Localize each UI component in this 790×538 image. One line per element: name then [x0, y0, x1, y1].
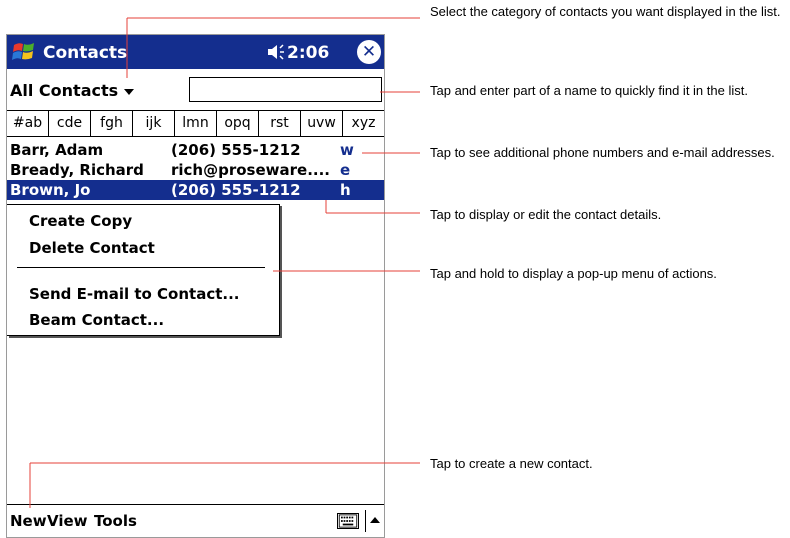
callout-category: Select the category of contacts you want…: [430, 4, 781, 19]
view-menu[interactable]: View: [47, 512, 88, 530]
contact-type-indicator[interactable]: h: [340, 180, 351, 200]
contact-detail: rich@proseware....: [171, 161, 330, 179]
tab-xyz[interactable]: xyz: [343, 111, 384, 136]
contact-name: Barr, Adam: [10, 141, 104, 159]
category-label: All Contacts: [10, 81, 119, 100]
alphabet-tabs: #ab cde fgh ijk lmn opq rst uvw xyz: [7, 110, 384, 137]
tab-cde[interactable]: cde: [49, 111, 91, 136]
contact-type-indicator[interactable]: w: [340, 140, 354, 160]
contact-list: Barr, Adam (206) 555-1212 w Bready, Rich…: [7, 140, 384, 200]
send-email-menu-item[interactable]: Send E-mail to Contact...: [29, 285, 239, 303]
contact-detail: (206) 555-1212: [171, 181, 301, 199]
beam-contact-menu-item[interactable]: Beam Contact...: [29, 311, 164, 329]
windows-logo-icon[interactable]: [11, 39, 37, 65]
tab-uvw[interactable]: uvw: [301, 111, 343, 136]
title-bar: Contacts 2:06 ✕: [7, 35, 384, 69]
create-copy-menu-item[interactable]: Create Copy: [29, 212, 132, 230]
tab-rst[interactable]: rst: [259, 111, 301, 136]
context-menu: Create Copy Delete Contact Send E-mail t…: [7, 204, 280, 336]
tab-fgh[interactable]: fgh: [91, 111, 133, 136]
tab-lmn[interactable]: lmn: [175, 111, 217, 136]
search-input[interactable]: [189, 77, 382, 102]
category-dropdown[interactable]: All Contacts: [10, 81, 135, 100]
delete-contact-menu-item[interactable]: Delete Contact: [29, 239, 155, 257]
close-icon[interactable]: ✕: [357, 40, 381, 64]
keyboard-icon[interactable]: [337, 513, 359, 529]
menu-separator: [17, 267, 265, 268]
tools-menu[interactable]: Tools: [94, 512, 137, 530]
input-panel-divider: [365, 510, 366, 532]
category-bar: All Contacts: [7, 71, 384, 105]
contact-name: Brown, Jo: [10, 181, 91, 199]
callout-search: Tap and enter part of a name to quickly …: [430, 83, 748, 98]
pocketpc-screen: Contacts 2:06 ✕ All Contacts #ab cde fgh…: [6, 34, 385, 538]
contact-row[interactable]: Barr, Adam (206) 555-1212 w: [7, 140, 384, 160]
menu-bar: New View Tools: [7, 504, 384, 537]
contact-row-selected[interactable]: Brown, Jo (206) 555-1212 h: [7, 180, 384, 200]
tab-opq[interactable]: opq: [217, 111, 259, 136]
contact-row[interactable]: Bready, Richard rich@proseware.... e: [7, 160, 384, 180]
contact-name: Bready, Richard: [10, 161, 144, 179]
tab-ab[interactable]: #ab: [7, 111, 49, 136]
clock[interactable]: 2:06: [287, 43, 329, 63]
app-title: Contacts: [43, 43, 128, 63]
tab-ijk[interactable]: ijk: [133, 111, 175, 136]
arrow-up-icon[interactable]: [370, 517, 380, 523]
callout-type: Tap to see additional phone numbers and …: [430, 145, 775, 160]
new-button[interactable]: New: [10, 512, 47, 530]
callout-popup: Tap and hold to display a pop-up menu of…: [430, 266, 717, 281]
callout-new: Tap to create a new contact.: [430, 456, 593, 471]
speaker-icon[interactable]: [265, 42, 285, 62]
callout-details: Tap to display or edit the contact detai…: [430, 207, 662, 222]
contact-type-indicator[interactable]: e: [340, 160, 350, 180]
contact-detail: (206) 555-1212: [171, 141, 301, 159]
chevron-down-icon: [124, 88, 135, 95]
